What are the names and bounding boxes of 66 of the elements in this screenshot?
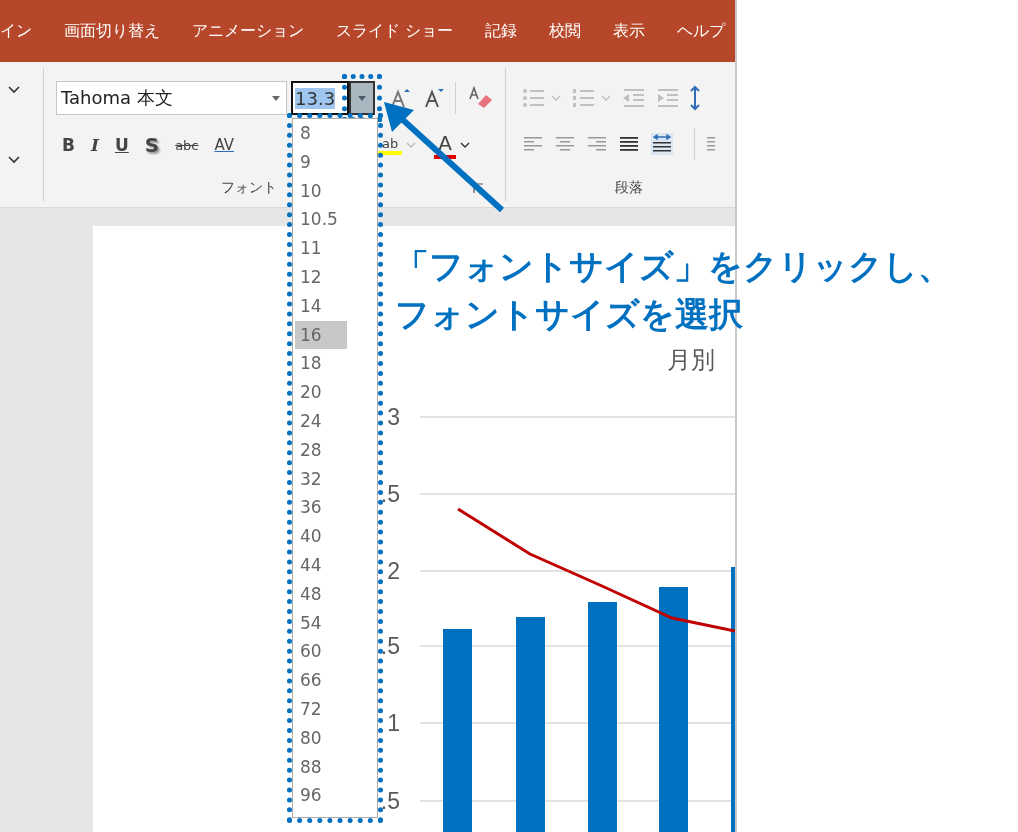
caret-icon[interactable] xyxy=(460,142,470,148)
format-button[interactable]: U xyxy=(108,133,135,157)
ribbon-tab[interactable]: スライド ショー xyxy=(336,20,454,42)
axis-label: .5 xyxy=(380,481,400,507)
caret-icon xyxy=(272,95,280,101)
font-size-option[interactable]: 9 xyxy=(295,147,347,177)
grow-font-icon[interactable] xyxy=(389,87,411,109)
font-size-option[interactable]: 36 xyxy=(295,493,347,523)
group-label: フォント xyxy=(221,179,277,197)
align-icon[interactable] xyxy=(705,135,715,153)
font-size-option[interactable]: 60 xyxy=(295,637,347,667)
font-size-option[interactable]: 88 xyxy=(295,752,347,782)
ribbon-tab[interactable]: イン xyxy=(0,20,32,42)
font-size-option[interactable]: 16 xyxy=(295,320,347,350)
ribbon-tab[interactable]: アニメーション xyxy=(192,20,304,42)
ribbon-tab[interactable]: 記録 xyxy=(485,20,518,42)
align-icon[interactable] xyxy=(522,135,544,153)
font-size-option[interactable]: 44 xyxy=(295,550,347,580)
font-name-field[interactable]: Tahoma 本文 xyxy=(56,81,287,115)
align-icon[interactable] xyxy=(554,135,576,153)
align-icon[interactable] xyxy=(586,135,608,153)
chevron-down-icon[interactable] xyxy=(8,156,20,164)
font-size-option[interactable]: 28 xyxy=(295,435,347,465)
font-size-option[interactable]: 11 xyxy=(295,234,347,263)
font-size-option[interactable]: 8 xyxy=(295,119,347,148)
font-size-option[interactable]: 40 xyxy=(295,522,347,551)
font-size-option[interactable]: 18 xyxy=(295,349,347,379)
font-size-option[interactable]: 96 xyxy=(295,781,347,811)
font-size-option[interactable]: 14 xyxy=(295,291,347,321)
font-size-option[interactable]: 10 xyxy=(295,176,347,206)
chevron-down-icon[interactable] xyxy=(8,86,20,94)
axis-label: .5 xyxy=(380,788,400,814)
font-color-button[interactable]: A xyxy=(434,131,456,159)
format-button[interactable]: S xyxy=(138,131,166,159)
distribute-icon[interactable] xyxy=(650,132,674,156)
format-button[interactable]: abc xyxy=(169,135,205,155)
format-button[interactable]: AV xyxy=(208,134,241,156)
ribbon-tab[interactable]: 校閲 xyxy=(549,20,582,42)
axis-label: 1 xyxy=(387,710,400,736)
font-size-option[interactable]: 66 xyxy=(295,666,347,695)
font-size-field[interactable]: 13.3 xyxy=(291,81,349,115)
group-label: 段落 xyxy=(614,179,643,197)
ribbon-tab[interactable]: 画面切り替え xyxy=(64,20,160,42)
axis-label: .5 xyxy=(380,633,400,659)
ribbon-tab[interactable]: ヘルプ xyxy=(677,20,726,42)
ribbon-tab[interactable]: 表示 xyxy=(613,20,646,42)
font-size-option[interactable]: 32 xyxy=(295,464,347,494)
font-size-option[interactable]: 80 xyxy=(295,723,347,753)
axis-label: 2 xyxy=(387,558,400,584)
font-size-option[interactable]: 54 xyxy=(295,608,347,638)
font-size-option[interactable]: 10.5 xyxy=(295,205,347,235)
font-size-option[interactable]: 72 xyxy=(295,694,347,724)
shrink-font-icon[interactable] xyxy=(423,87,445,109)
axis-label: 3 xyxy=(387,404,400,430)
font-size-option[interactable]: 24 xyxy=(295,406,347,436)
chart-title: 月別 xyxy=(667,345,716,376)
font-size-option[interactable]: 20 xyxy=(295,378,347,407)
caret-icon xyxy=(358,95,366,101)
font-size-option[interactable]: 12 xyxy=(295,263,347,292)
justify-icon[interactable] xyxy=(618,135,640,153)
format-button[interactable]: B xyxy=(56,133,81,157)
line-spacing-icon[interactable] xyxy=(690,85,700,111)
format-button[interactable]: I xyxy=(84,133,105,157)
font-size-option[interactable]: 48 xyxy=(295,579,347,609)
callout-text: 「フォントサイズ」をクリックし、 フォントサイズを選択 xyxy=(395,245,953,336)
eraser-icon[interactable] xyxy=(468,86,494,110)
